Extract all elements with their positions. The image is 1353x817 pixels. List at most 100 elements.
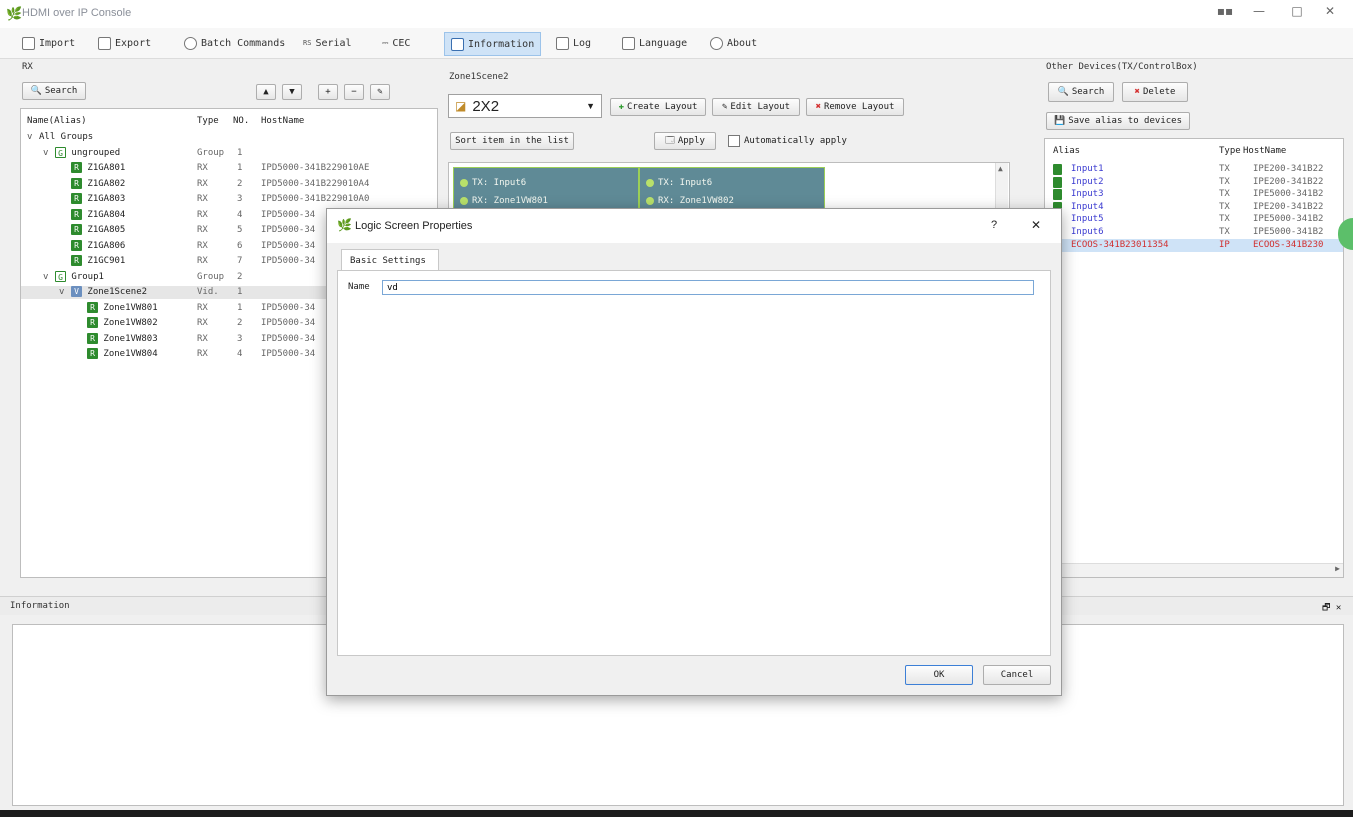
- device-row[interactable]: Input3 TX IPE5000-341B2: [1045, 188, 1343, 201]
- close-button[interactable]: ✕: [1313, 4, 1347, 24]
- device-row[interactable]: Input2 TX IPE200-341B22: [1045, 176, 1343, 189]
- rx-search-button[interactable]: 🔍 Search: [22, 82, 86, 100]
- tree-item-no: 6: [237, 240, 243, 251]
- save-icon: 💾: [1053, 116, 1066, 126]
- devices-search-button[interactable]: 🔍 Search: [1048, 82, 1114, 102]
- log-button[interactable]: Log: [550, 32, 597, 54]
- auto-apply-checkbox[interactable]: Automatically apply: [728, 135, 847, 147]
- tree-item-name: Z1GA804: [87, 209, 126, 220]
- expand-arrow-icon[interactable]: v: [27, 131, 32, 144]
- rx-col-name: Name(Alias): [27, 116, 87, 126]
- device-hostname: IPE200-341B22: [1253, 176, 1324, 187]
- minimize-button[interactable]: —: [1242, 4, 1276, 24]
- move-up-button[interactable]: ▲: [256, 84, 276, 100]
- rx-device-icon: R: [71, 162, 82, 173]
- tree-item: R Z1GA802: [71, 177, 126, 191]
- device-row[interactable]: Input5 TX IPE5000-341B2: [1045, 213, 1343, 226]
- serial-button[interactable]: RS Serial: [297, 32, 358, 54]
- save-alias-button[interactable]: 💾 Save alias to devices: [1046, 112, 1190, 130]
- dock-controls[interactable]: 🗗 ✕: [1322, 600, 1341, 616]
- device-row[interactable]: Input6 TX IPE5000-341B2: [1045, 226, 1343, 239]
- device-row[interactable]: Input1 TX IPE200-341B22: [1045, 163, 1343, 176]
- tree-item-no: 1: [237, 163, 243, 173]
- export-button[interactable]: Export: [92, 32, 157, 54]
- name-field[interactable]: [382, 280, 1034, 295]
- device-row[interactable]: Input4 TX IPE200-341B22: [1045, 201, 1343, 214]
- tree-item-name: Z1GC901: [87, 256, 126, 266]
- tab-basic-settings[interactable]: Basic Settings: [341, 249, 439, 271]
- dialog-close-button[interactable]: ✕: [1031, 218, 1041, 232]
- tree-row[interactable]: v All Groups: [21, 131, 437, 144]
- batch-commands-button[interactable]: Batch Commands: [178, 32, 291, 54]
- window-title: HDMI over IP Console: [22, 7, 132, 19]
- cec-button[interactable]: ⎓ CEC: [376, 32, 416, 54]
- tile-rx-label: RX: Zone1VW801: [472, 196, 548, 206]
- import-button[interactable]: Import: [16, 32, 81, 54]
- tree-row[interactable]: R Z1GA803 RX 3 IPD5000-341B229010A0: [21, 193, 437, 206]
- about-button[interactable]: About: [704, 32, 763, 54]
- status-dot-icon: [460, 196, 468, 205]
- tree-row[interactable]: vG ungrouped Group 1: [21, 146, 437, 160]
- layout-scrollbar[interactable]: ▲: [995, 163, 1008, 213]
- devices-col-type: Type: [1219, 146, 1241, 156]
- layout-tile[interactable]: TX: Input6 RX: Zone1VW802: [639, 167, 825, 213]
- tree-item-no: 4: [237, 209, 243, 220]
- apply-button[interactable]: 🗔 Apply: [654, 132, 716, 150]
- expand-arrow-icon[interactable]: v: [59, 286, 64, 299]
- tree-item: G ungrouped: [55, 146, 120, 160]
- window-extra-button[interactable]: ▪▪: [1208, 4, 1242, 24]
- serial-icon: RS: [303, 39, 312, 47]
- rx-device-icon: R: [87, 317, 98, 328]
- expand-arrow-icon[interactable]: v: [43, 271, 48, 284]
- tree-item-host: IPD5000-34: [261, 349, 316, 359]
- about-icon: [710, 36, 723, 50]
- maximize-button[interactable]: □: [1280, 4, 1314, 24]
- apply-label: Apply: [677, 136, 705, 146]
- cancel-button[interactable]: Cancel: [983, 665, 1051, 685]
- layout-select[interactable]: ◪ 2X2 ▼: [448, 94, 602, 118]
- rx-col-host: HostName: [261, 116, 305, 126]
- tree-item-name: Zone1Scene2: [87, 287, 148, 297]
- log-icon: [556, 36, 569, 50]
- basic-settings-pane: Name: [337, 270, 1051, 656]
- rx-device-icon: R: [71, 255, 82, 266]
- add-group-button[interactable]: +: [318, 84, 338, 100]
- export-label: Export: [115, 37, 152, 49]
- information-button[interactable]: Information: [444, 32, 542, 56]
- dialog-title-bar: 🌿 Logic Screen Properties ? ✕: [327, 209, 1061, 243]
- tree-item-no: 3: [237, 194, 243, 204]
- rx-device-icon: R: [71, 208, 82, 220]
- tx-device-icon: [1053, 164, 1062, 175]
- create-layout-button[interactable]: ✚ Create Layout: [610, 98, 706, 116]
- expand-arrow-icon[interactable]: v: [43, 147, 48, 160]
- log-label: Log: [573, 37, 592, 49]
- tree-row[interactable]: R Z1GA802 RX 2 IPD5000-341B229010A4: [21, 177, 437, 191]
- devices-col-alias: Alias: [1053, 146, 1081, 156]
- rx-device-icon: R: [71, 239, 82, 251]
- tree-item-name: All Groups: [39, 132, 94, 142]
- tree-item-name: Z1GA802: [87, 178, 126, 189]
- tree-item: R Z1GA803: [71, 193, 125, 206]
- edit-layout-button[interactable]: ✎ Edit Layout: [712, 98, 800, 116]
- taskbar-strip: [0, 810, 1353, 817]
- device-row[interactable]: ECOOS-341B23011354 IP ECOOS-341B230: [1045, 238, 1343, 252]
- tree-item-type: RX: [197, 256, 208, 266]
- tree-item-type: RX: [197, 349, 208, 359]
- tree-row[interactable]: R Z1GA801 RX 1 IPD5000-341B229010AE: [21, 162, 437, 175]
- cec-icon: ⎓: [382, 38, 389, 47]
- auto-apply-label: Automatically apply: [744, 136, 847, 146]
- devices-hscrollbar[interactable]: ▶: [1045, 563, 1343, 577]
- ok-button[interactable]: OK: [905, 665, 973, 685]
- layout-tile[interactable]: TX: Input6 RX: Zone1VW801: [453, 167, 639, 213]
- tree-item-name: Zone1VW803: [103, 333, 158, 344]
- tree-item-name: Z1GA805: [87, 225, 126, 235]
- edit-group-button[interactable]: ✎: [370, 84, 390, 100]
- remove-layout-button[interactable]: ✖ Remove Layout: [806, 98, 904, 116]
- sort-items-button[interactable]: Sort item in the list: [450, 132, 574, 150]
- language-button[interactable]: Language: [616, 32, 693, 54]
- delete-x-icon: ✖: [1134, 87, 1140, 97]
- remove-group-button[interactable]: −: [344, 84, 364, 100]
- move-down-button[interactable]: ▼: [282, 84, 302, 100]
- dialog-help-button[interactable]: ?: [991, 219, 997, 231]
- devices-delete-button[interactable]: ✖ Delete: [1122, 82, 1188, 102]
